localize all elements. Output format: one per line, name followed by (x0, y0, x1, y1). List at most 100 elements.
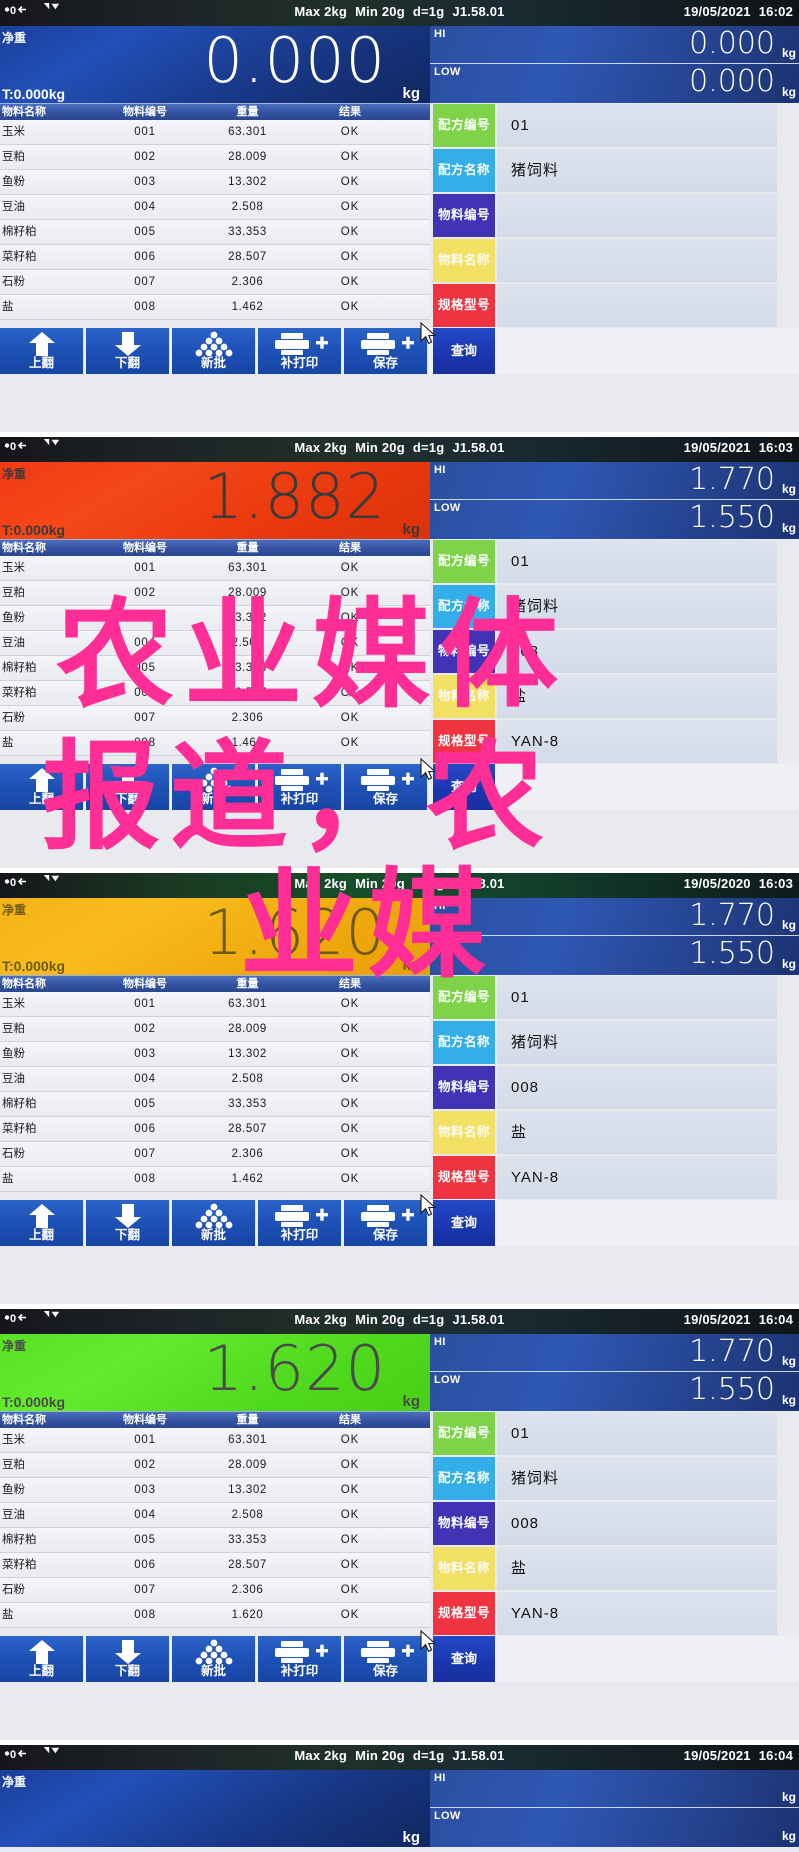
form-value-material-name[interactable] (497, 239, 777, 282)
form-value-recipe-number[interactable]: 01 (497, 540, 777, 583)
toolbar-button-4[interactable]: 保存 (344, 764, 428, 810)
form-value-recipe-number[interactable]: 01 (497, 976, 777, 1019)
table-row[interactable]: 鱼粉 003 13.302 OK (0, 1478, 430, 1503)
form-label-material-name[interactable]: 物料名称 (433, 1547, 495, 1590)
table-row[interactable]: 豆粕 002 28.009 OK (0, 1453, 430, 1478)
toolbar-button-3[interactable]: 补打印 (258, 1200, 342, 1246)
form-label-recipe-number[interactable]: 配方编号 (433, 976, 495, 1019)
table-row[interactable]: 盐 008 1.462 OK (0, 731, 430, 756)
toolbar-button-4[interactable]: 保存 (344, 328, 428, 374)
form-label-recipe-name[interactable]: 配方名称 (433, 1457, 495, 1500)
table-row[interactable]: 菜籽粕 006 28.507 OK (0, 681, 430, 706)
form-value-recipe-number[interactable]: 01 (497, 1412, 777, 1455)
table-row[interactable]: 棉籽粕 005 33.353 OK (0, 1528, 430, 1553)
form-value-recipe-name[interactable]: 猪饲料 (497, 1021, 777, 1064)
form-label-material-number[interactable]: 物料编号 (433, 1502, 495, 1545)
table-row[interactable]: 石粉 007 2.306 OK (0, 270, 430, 295)
form-label-material-name[interactable]: 物料名称 (433, 1111, 495, 1154)
toolbar-button-4[interactable]: 保存 (344, 1636, 428, 1682)
table-row[interactable]: 盐 008 1.462 OK (0, 1167, 430, 1192)
table-row[interactable]: 鱼粉 003 13.302 OK (0, 170, 430, 195)
form-label-spec-model[interactable]: 规格型号 (433, 1156, 495, 1199)
toolbar-button-3[interactable]: 补打印 (258, 328, 342, 374)
toolbar-button-2[interactable]: 新批 (172, 764, 256, 810)
form-value-recipe-number[interactable]: 01 (497, 104, 777, 147)
table-row[interactable]: 棉籽粕 005 33.353 OK (0, 1092, 430, 1117)
query-button[interactable]: 查询 (433, 328, 495, 374)
table-row[interactable]: 菜籽粕 006 28.507 OK (0, 1553, 430, 1578)
table-row[interactable]: 菜籽粕 006 28.507 OK (0, 245, 430, 270)
form-value-material-name[interactable]: 盐 (497, 675, 777, 718)
form-value-material-name[interactable]: 盐 (497, 1111, 777, 1154)
form-label-spec-model[interactable]: 规格型号 (433, 720, 495, 763)
form-label-material-number[interactable]: 物料编号 (433, 630, 495, 673)
form-label-recipe-number[interactable]: 配方编号 (433, 104, 495, 147)
table-row[interactable]: 玉米 001 63.301 OK (0, 120, 430, 145)
form-label-recipe-number[interactable]: 配方编号 (433, 1412, 495, 1455)
toolbar-button-0[interactable]: 上翻 (0, 1200, 84, 1246)
toolbar-button-3[interactable]: 补打印 (258, 764, 342, 810)
form-label-material-number[interactable]: 物料编号 (433, 194, 495, 237)
form-value-material-number[interactable]: 008 (497, 1066, 777, 1109)
table-row[interactable]: 棉籽粕 005 33.353 OK (0, 656, 430, 681)
cell-material-code: 005 (134, 226, 156, 238)
toolbar-button-1[interactable]: 下翻 (86, 1636, 170, 1682)
table-row[interactable]: 玉米 001 63.301 OK (0, 992, 430, 1017)
form-label-recipe-number[interactable]: 配方编号 (433, 540, 495, 583)
form-label-recipe-name[interactable]: 配方名称 (433, 149, 495, 192)
form-label-recipe-name[interactable]: 配方名称 (433, 585, 495, 628)
table-row[interactable]: 石粉 007 2.306 OK (0, 1578, 430, 1603)
toolbar-button-0[interactable]: 上翻 (0, 328, 84, 374)
table-row[interactable]: 玉米 001 63.301 OK (0, 556, 430, 581)
table-row[interactable]: 鱼粉 003 13.302 OK (0, 606, 430, 631)
table-row[interactable]: 豆粕 002 28.009 OK (0, 1017, 430, 1042)
table-row[interactable]: 石粉 007 2.306 OK (0, 706, 430, 731)
form-label-material-number[interactable]: 物料编号 (433, 1066, 495, 1109)
query-button[interactable]: 查询 (433, 1636, 495, 1682)
form-value-recipe-name[interactable]: 猪饲料 (497, 149, 777, 192)
toolbar-button-1[interactable]: 下翻 (86, 1200, 170, 1246)
query-button[interactable]: 查询 (433, 764, 495, 810)
limits-display: HI 1.770 kg LOW 1.550 kg (430, 462, 799, 539)
form-value-spec-model[interactable]: YAN-8 (497, 720, 777, 763)
query-button[interactable]: 查询 (433, 1200, 495, 1246)
table-row[interactable]: 玉米 001 63.301 OK (0, 1428, 430, 1453)
form-value-recipe-name[interactable]: 猪饲料 (497, 1457, 777, 1500)
toolbar-button-1[interactable]: 下翻 (86, 328, 170, 374)
form-label-spec-model[interactable]: 规格型号 (433, 284, 495, 327)
toolbar-button-0[interactable]: 上翻 (0, 764, 84, 810)
table-row[interactable]: 豆油 004 2.508 OK (0, 195, 430, 220)
table-row[interactable]: 石粉 007 2.306 OK (0, 1142, 430, 1167)
table-row[interactable]: 棉籽粕 005 33.353 OK (0, 220, 430, 245)
toolbar-button-1[interactable]: 下翻 (86, 764, 170, 810)
form-value-material-name[interactable]: 盐 (497, 1547, 777, 1590)
table-row[interactable]: 盐 008 1.620 OK (0, 1603, 430, 1628)
form-value-material-number[interactable] (497, 194, 777, 237)
form-value-recipe-name[interactable]: 猪饲料 (497, 585, 777, 628)
table-row[interactable]: 豆油 004 2.508 OK (0, 1067, 430, 1092)
toolbar-button-0[interactable]: 上翻 (0, 1636, 84, 1682)
form-value-material-number[interactable]: 008 (497, 1502, 777, 1545)
table-row[interactable]: 豆油 004 2.508 OK (0, 1503, 430, 1528)
toolbar-button-2[interactable]: 新批 (172, 1636, 256, 1682)
toolbar-button-2[interactable]: 新批 (172, 328, 256, 374)
form-label-material-name[interactable]: 物料名称 (433, 675, 495, 718)
form-label-material-name[interactable]: 物料名称 (433, 239, 495, 282)
toolbar-button-4[interactable]: 保存 (344, 1200, 428, 1246)
form-value-spec-model[interactable] (497, 284, 777, 327)
table-row[interactable]: 豆粕 002 28.009 OK (0, 581, 430, 606)
cell-weight: 13.302 (228, 1048, 267, 1060)
table-row[interactable]: 豆油 004 2.508 OK (0, 631, 430, 656)
col-header-material-code: 物料编号 (123, 978, 167, 990)
table-row[interactable]: 菜籽粕 006 28.507 OK (0, 1117, 430, 1142)
toolbar-button-3[interactable]: 补打印 (258, 1636, 342, 1682)
table-row[interactable]: 盐 008 1.462 OK (0, 295, 430, 320)
form-value-spec-model[interactable]: YAN-8 (497, 1156, 777, 1199)
form-label-spec-model[interactable]: 规格型号 (433, 1592, 495, 1635)
form-value-spec-model[interactable]: YAN-8 (497, 1592, 777, 1635)
form-value-material-number[interactable]: 008 (497, 630, 777, 673)
table-row[interactable]: 豆粕 002 28.009 OK (0, 145, 430, 170)
table-row[interactable]: 鱼粉 003 13.302 OK (0, 1042, 430, 1067)
form-label-recipe-name[interactable]: 配方名称 (433, 1021, 495, 1064)
toolbar-button-2[interactable]: 新批 (172, 1200, 256, 1246)
